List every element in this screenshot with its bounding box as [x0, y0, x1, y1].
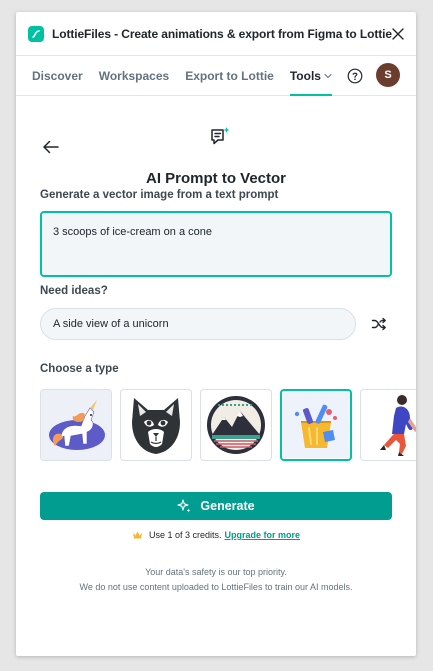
page-title: AI Prompt to Vector	[145, 170, 287, 187]
tab-tools-label: Tools	[289, 68, 321, 83]
sparkle-icon	[177, 499, 191, 513]
privacy-note-line1: Your data's safety is our top priority.	[145, 567, 287, 577]
ai-document-icon	[211, 127, 230, 145]
type-label: Choose a type	[40, 363, 119, 375]
generate-button[interactable]: Generate	[40, 492, 392, 520]
type-option-mountain[interactable]	[200, 389, 272, 461]
close-icon	[392, 27, 404, 40]
main-content: AI Prompt to Vector Generate a vector im…	[16, 96, 416, 656]
type-options	[40, 389, 416, 463]
unicorn-illustration-icon	[41, 390, 111, 460]
prompt-input[interactable]: 3 scoops of ice-cream on a cone	[40, 211, 392, 277]
prompt-label: Generate a vector image from a text prom…	[40, 189, 279, 201]
generate-label: Generate	[200, 499, 255, 513]
shuffle-icon[interactable]	[371, 316, 387, 332]
plugin-window: LottieFiles - Create animations & export…	[16, 12, 416, 656]
idea-suggestion-chip[interactable]: A side view of a unicorn	[40, 308, 356, 340]
window-title: LottieFiles - Create animations & export…	[52, 26, 392, 41]
tab-discover[interactable]: Discover	[32, 56, 83, 95]
ideas-label: Need ideas?	[40, 285, 108, 297]
title-bar: LottieFiles - Create animations & export…	[16, 12, 416, 56]
walking-person-icon	[380, 395, 416, 456]
cat-face-icon	[132, 398, 180, 454]
type-option-bucket[interactable]	[280, 389, 352, 461]
lottiefiles-logo-icon	[28, 25, 44, 42]
credits-text: Use 1 of 3 credits.	[148, 530, 222, 540]
tab-tools[interactable]: Tools	[289, 56, 333, 96]
avatar[interactable]: S	[376, 63, 400, 87]
idea-suggestion-text: A side view of a unicorn	[53, 318, 169, 330]
back-arrow-icon[interactable]	[42, 138, 60, 156]
credits-info: Use 1 of 3 credits. Upgrade for more	[16, 530, 416, 540]
tab-export-to-lottie[interactable]: Export to Lottie	[185, 56, 274, 95]
close-button[interactable]	[392, 24, 404, 44]
type-option-unicorn[interactable]	[40, 389, 112, 461]
nav-bar: Discover Workspaces Export to Lottie Too…	[16, 56, 416, 96]
type-option-person[interactable]	[360, 389, 416, 461]
privacy-note-line2: We do not use content uploaded to Lottie…	[79, 582, 353, 592]
help-icon[interactable]	[347, 68, 363, 84]
chevron-down-icon	[324, 73, 332, 78]
type-option-cat[interactable]	[120, 389, 192, 461]
tab-workspaces[interactable]: Workspaces	[99, 56, 169, 95]
crown-icon	[132, 531, 142, 539]
mountain-badge-icon	[207, 396, 265, 454]
bucket-objects-icon	[283, 392, 349, 458]
upgrade-link[interactable]: Upgrade for more	[225, 530, 301, 540]
